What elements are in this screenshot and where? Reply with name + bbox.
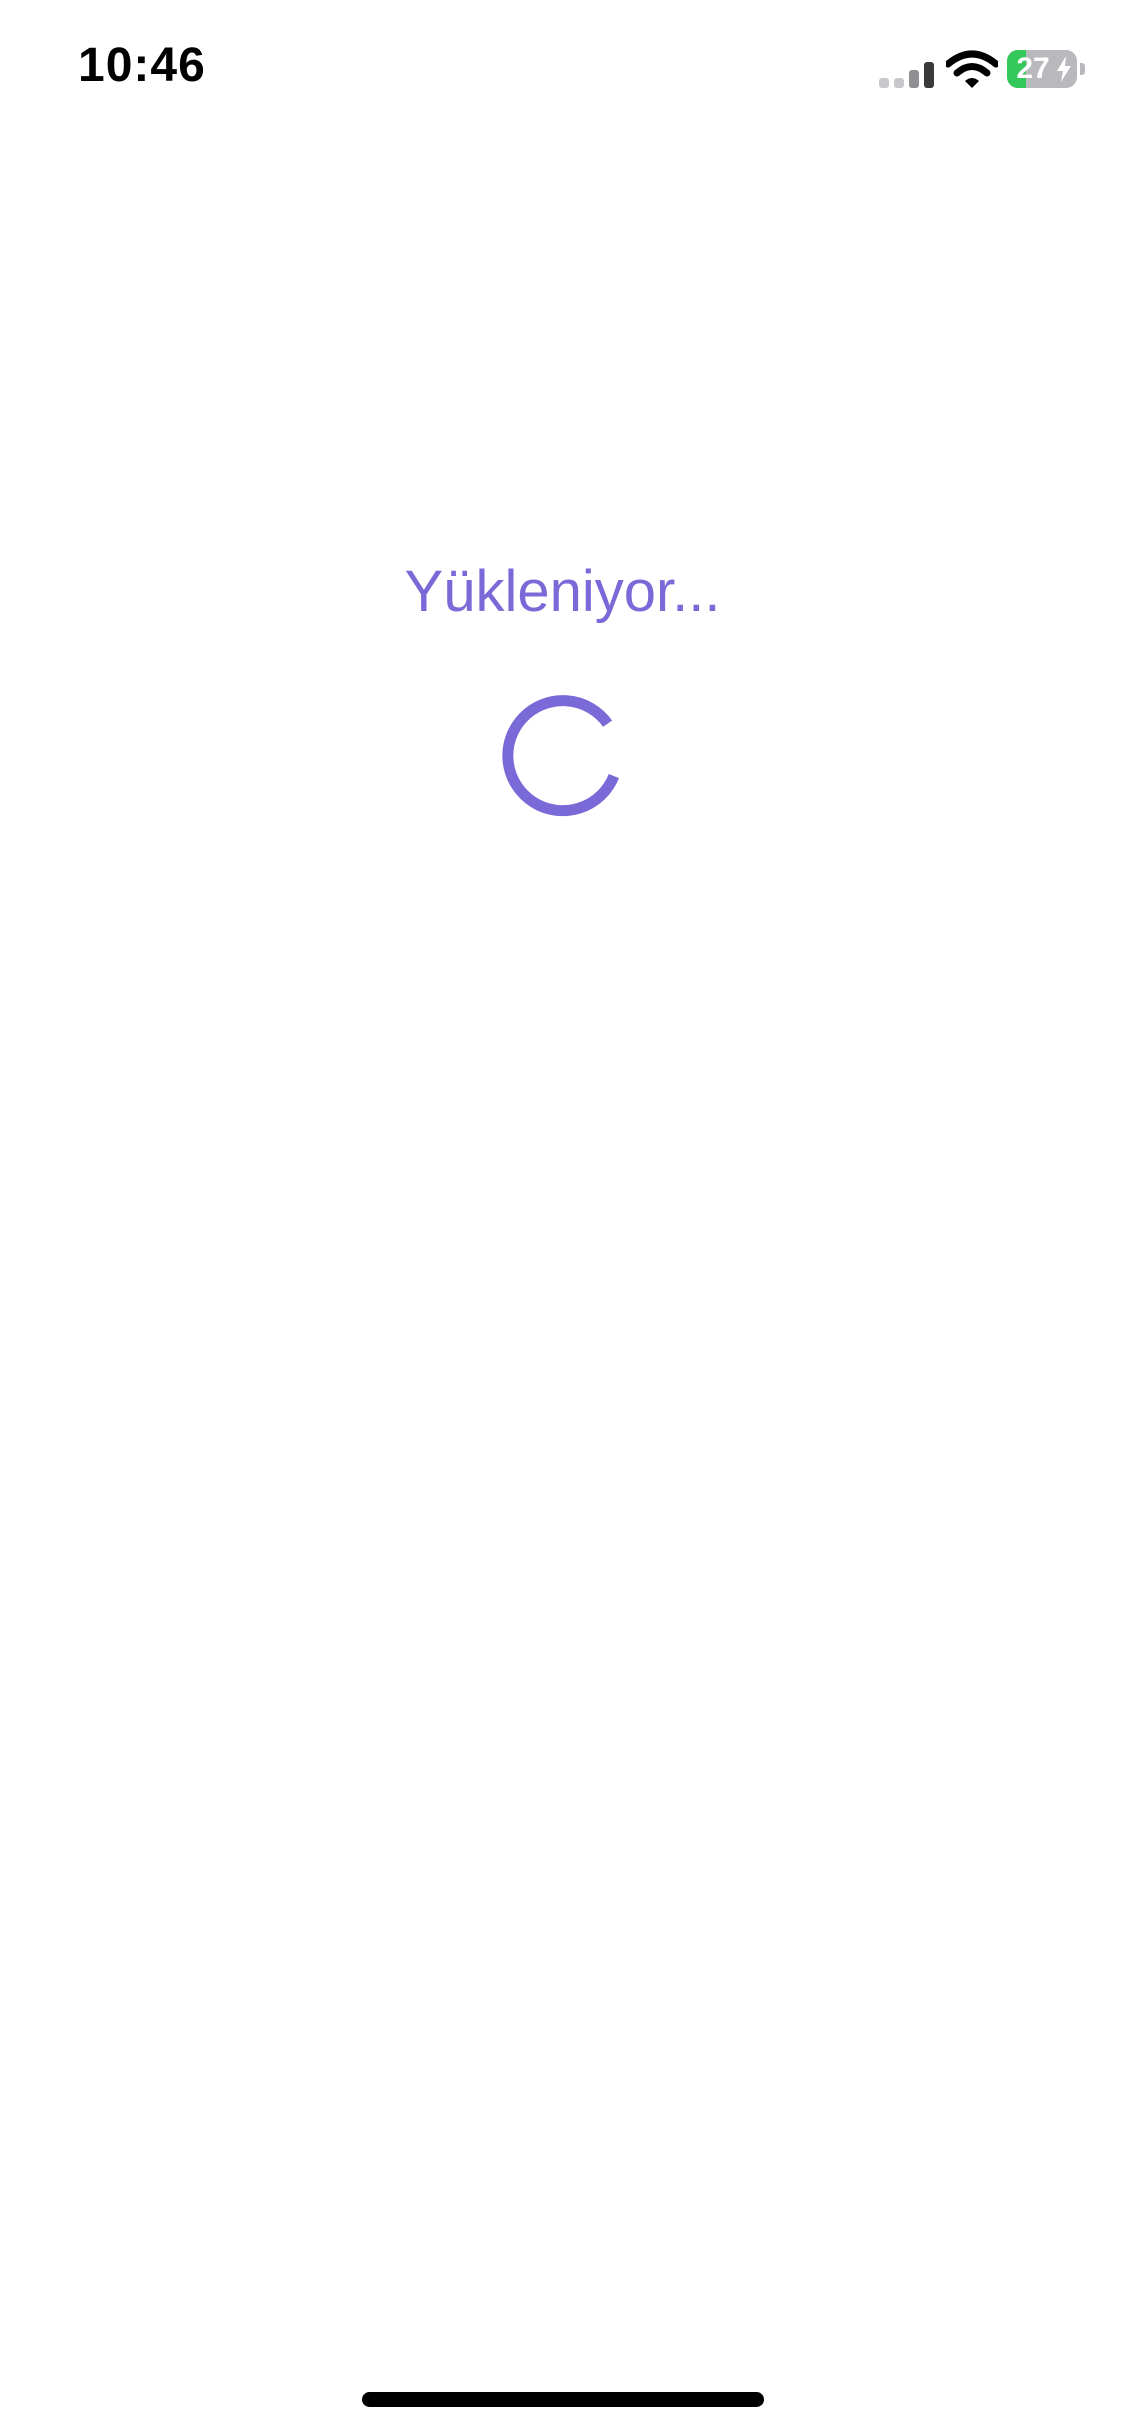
loading-label: Yükleniyor... [404, 559, 721, 624]
spinner-icon [502, 695, 620, 817]
charging-bolt-icon [1057, 56, 1071, 82]
status-time: 10:46 [78, 39, 206, 92]
signal-icon [879, 62, 934, 88]
battery-percentage: 27 [1016, 52, 1050, 85]
wifi-icon [946, 50, 998, 88]
battery-cap [1080, 63, 1085, 75]
status-bar: 10:46 27 [0, 0, 1125, 140]
spinner-arc [502, 695, 620, 817]
home-indicator[interactable] [362, 2392, 764, 2407]
loading-screen: 10:46 27 Yükleniyor... [0, 0, 1125, 2436]
battery-icon: 27 [1007, 50, 1085, 88]
battery-body: 27 [1007, 50, 1077, 88]
